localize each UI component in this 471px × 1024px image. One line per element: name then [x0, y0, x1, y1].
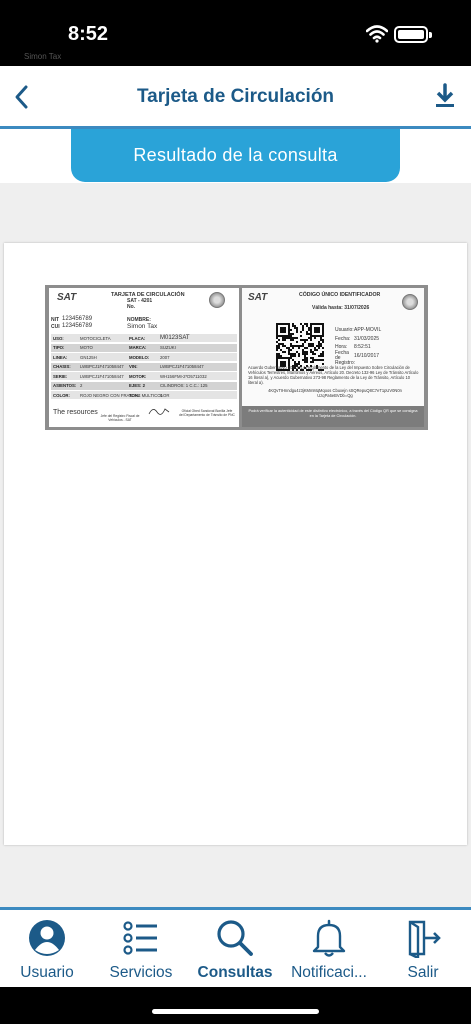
row-label: LINEA:: [53, 354, 68, 360]
row-value: LWBPCJ1F471058447: [80, 373, 124, 379]
tab-notificaciones-label: Notificaci...: [291, 964, 367, 981]
row-label: USO:: [53, 335, 64, 341]
nit-label: NIT: [51, 317, 60, 323]
row-value: GN125H: [80, 354, 97, 360]
row-value: MOTOCICLETA: [80, 335, 111, 341]
fecha-value: 31/03/2025: [354, 336, 380, 342]
home-indicator-area: [0, 987, 471, 1024]
wifi-icon: [366, 25, 388, 43]
table-row: CHASIS: LWBPCJ1F471058447 VIN: LWBPCJ1F4710…: [51, 362, 237, 371]
document-preview[interactable]: SAT TARJETA DE CIRCULACIÓN SAT - 4201 No…: [4, 243, 467, 845]
row-label: SERIE:: [53, 373, 68, 379]
pnc-seal-icon: [402, 294, 418, 310]
signature1-caption: Jefe del Registro Fiscal de Vehículos - …: [100, 414, 140, 422]
card-no-label: No.: [127, 304, 136, 310]
row-value: LWBPCJ1F471058447: [80, 364, 124, 369]
exit-door-icon: [408, 920, 441, 958]
tab-usuario[interactable]: Usuario: [0, 918, 94, 988]
bottom-tab-bar: Usuario Servicios Consultas Notificaci..…: [0, 907, 471, 987]
tab-notificaciones[interactable]: Notificaci...: [282, 918, 376, 988]
search-icon: [217, 920, 253, 956]
status-time: 8:52: [68, 23, 109, 45]
row-value: CILINDROS: 1 C.C.: 125: [160, 383, 208, 388]
national-seal-icon: [209, 292, 225, 308]
row-value: MOTO: [80, 345, 93, 350]
table-row: LINEA: GN125H MODELO: 2007: [51, 353, 237, 361]
row-label: TON.:: [129, 392, 141, 398]
row-label: COLOR:: [53, 392, 70, 398]
verification-footer: Podrá verificar la autenticidad de este …: [248, 409, 418, 418]
table-row: TIPO: MOTO MARCA: SUZUKI: [51, 343, 237, 352]
row-label: ASIENTOS:: [53, 383, 77, 388]
app-header: Tarjeta de Circulación: [0, 66, 471, 126]
cui-value: 123456789: [62, 323, 93, 329]
app-screen: { "status_bar": { "time": "8:52", "carri…: [0, 0, 471, 1024]
valid-until: Válida hasta: 31/07/2026: [312, 305, 370, 311]
qr-code-icon: [276, 323, 324, 371]
table-row: USO: MOTOCICLETA PLACA: M0123SAT: [51, 334, 237, 342]
hora-value: 8:52:51: [354, 344, 371, 350]
row-value: 2007: [160, 354, 170, 360]
signature-icon: [148, 408, 170, 415]
tab-servicios-label: Servicios: [109, 964, 173, 981]
row-label: MODELO:: [129, 354, 150, 360]
verification-code: 4KQvTIHnndgu4z3jKMmMqMqoos Cbuxejn sSQRe…: [268, 388, 402, 398]
status-bar: 8:52 Simon Tax: [0, 0, 471, 66]
battery-icon: [394, 26, 432, 43]
sat-logo: SAT: [57, 292, 77, 303]
sat-logo-back: SAT: [248, 292, 268, 303]
tab-salir-label: Salir: [407, 964, 439, 981]
content-area: SAT TARJETA DE CIRCULACIÓN SAT - 4201 No…: [0, 183, 471, 907]
result-button[interactable]: Resultado de la consulta: [71, 129, 400, 182]
row-value: 2: [80, 383, 83, 388]
legal-text: Acuerdo Gubernativo 104-2014 Reglamento …: [248, 365, 419, 385]
row-value: WH156FMI-2*D5711032: [160, 373, 207, 379]
row-value: SUZUKI: [160, 345, 176, 350]
footer-band: Podrá verificar la autenticidad de este …: [242, 406, 424, 427]
circulation-card: SAT TARJETA DE CIRCULACIÓN SAT - 4201 No…: [45, 285, 428, 430]
row-label: CHASIS:: [53, 364, 71, 369]
row-label: VIN:: [129, 364, 138, 369]
download-icon[interactable]: [432, 82, 458, 110]
user-circle-icon: [29, 920, 65, 956]
row-label: MOTOR:: [129, 373, 147, 379]
usuario-label: Usuario:: [335, 327, 354, 333]
nombre-value: Simon Tax: [127, 323, 158, 330]
table-row: COLOR: ROJO NEGRO CON FRANJAS MULTICOLOR T…: [51, 391, 237, 399]
card-front: SAT TARJETA DE CIRCULACIÓN SAT - 4201 No…: [49, 288, 239, 427]
row-label: PLACA:: [129, 335, 146, 341]
tab-servicios[interactable]: Servicios: [94, 918, 188, 988]
cui-label: CUI: [51, 324, 60, 330]
row-label: EJES: 2: [129, 383, 146, 388]
tab-consultas[interactable]: Consultas: [188, 918, 282, 988]
signature2-caption: Oficial Obed Sandoval Bonilla Jefe del D…: [179, 409, 235, 417]
fecha-label: Fecha:: [335, 336, 351, 342]
registro-label: Fecha de Registro:: [335, 350, 356, 366]
table-row: SERIE: LWBPCJ1F471058447 MOTOR: WH156FMI-2*…: [51, 372, 237, 380]
row-label: MARCA:: [129, 345, 147, 350]
home-indicator[interactable]: [152, 1009, 319, 1014]
tab-consultas-label: Consultas: [197, 964, 273, 981]
row-label: TIPO:: [53, 345, 65, 350]
card-back: SAT CÓDIGO ÚNICO IDENTIFICADOR Válida ha…: [242, 288, 424, 427]
row-value: 0: [160, 392, 163, 398]
usuario-value: APP-MOVIL: [354, 327, 382, 333]
tab-usuario-label: Usuario: [20, 964, 74, 981]
list-icon: [123, 921, 157, 955]
carrier-label: Simon Tax: [24, 52, 62, 61]
page-title: Tarjeta de Circulación: [136, 86, 335, 107]
table-row: ASIENTOS: 2 EJES: 2 CILINDROS: 1 C.C.: 125: [51, 381, 237, 390]
bell-icon: [312, 919, 346, 957]
uid-title: CÓDIGO ÚNICO IDENTIFICADOR: [299, 292, 381, 298]
nit-value: 123456789: [62, 316, 93, 322]
row-value: M0123SAT: [160, 334, 190, 341]
registro-value: 16/10/2017: [354, 353, 380, 359]
footer-text: The resources: [53, 409, 98, 416]
row-value: ROJO NEGRO CON FRANJAS MULTICOLOR: [80, 392, 170, 398]
row-value: LWBPCJ1F471058447: [160, 364, 204, 369]
tab-salir[interactable]: Salir: [376, 918, 470, 988]
